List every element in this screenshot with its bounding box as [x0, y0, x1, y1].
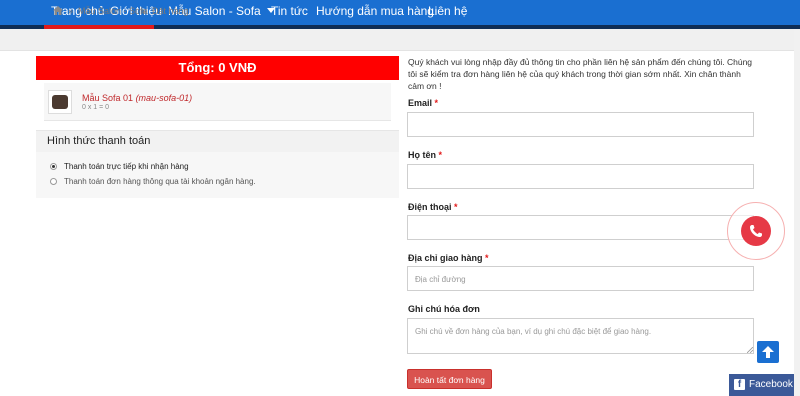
payment-options — [36, 152, 399, 198]
address-label: Địa chỉ giao hàng * — [408, 253, 489, 263]
complete-order-button[interactable]: Hoàn tất đơn hàng — [407, 369, 492, 389]
required-mark: * — [438, 150, 443, 160]
phone-label: Điện thoại * — [408, 202, 458, 212]
breadcrumb-separator: » — [68, 6, 74, 16]
arrow-up-icon — [762, 346, 774, 358]
nav-item-news[interactable]: Tin tức — [271, 4, 308, 18]
address-field[interactable]: Địa chỉ đường — [407, 266, 754, 291]
payment-radio-bank[interactable] — [50, 178, 57, 185]
note-field[interactable]: Ghi chú về đơn hàng của bạn, ví dụ ghi c… — [407, 318, 754, 354]
breadcrumb — [0, 29, 800, 51]
name-label: Họ tên * — [408, 150, 442, 160]
payment-option-cod[interactable]: Thanh toán trực tiếp khi nhận hàng — [64, 162, 189, 171]
product-name[interactable]: Mẫu Sofa 01 (mau-sofa-01) — [82, 93, 192, 103]
note-label: Ghi chú hóa đơn — [408, 304, 480, 314]
call-button[interactable] — [741, 216, 771, 246]
product-title: Mẫu Sofa 01 — [82, 93, 134, 103]
address-label-text: Địa chỉ giao hàng — [408, 253, 483, 263]
resize-handle-icon[interactable] — [747, 347, 753, 353]
email-label: Email * — [408, 98, 438, 108]
payment-option-bank[interactable]: Thanh toán đơn hàng thông qua tài khoản … — [64, 177, 256, 186]
email-field[interactable] — [407, 112, 754, 137]
required-mark: * — [434, 98, 439, 108]
scrollbar[interactable] — [794, 29, 800, 396]
sofa-image — [52, 95, 68, 109]
product-code: (mau-sofa-01) — [135, 93, 193, 103]
nav-item-purchase-guide[interactable]: Hướng dẫn mua hàng — [316, 4, 434, 18]
back-to-top-button[interactable] — [757, 341, 779, 363]
name-field[interactable] — [407, 164, 754, 189]
required-mark: * — [485, 253, 489, 263]
required-mark: * — [454, 202, 458, 212]
phone-icon — [750, 225, 762, 237]
breadcrumb-salon-sofa[interactable]: Mẫu Salon - Sofa — [78, 6, 148, 16]
payment-radio-cod[interactable] — [50, 163, 57, 170]
breadcrumb-current: Đặt hàng — [152, 6, 189, 16]
facebook-icon: f — [734, 379, 745, 390]
product-calc: 0 x 1 = 0 — [82, 104, 110, 111]
phone-label-text: Điện thoại — [408, 202, 452, 212]
email-label-text: Email — [408, 98, 433, 108]
payment-title: Hình thức thanh toán — [47, 135, 151, 147]
order-total: Tổng: 0 VNĐ — [36, 56, 399, 80]
form-intro: Quý khách vui lòng nhập đầy đủ thông tin… — [408, 57, 753, 91]
phone-field[interactable] — [407, 215, 754, 240]
name-label-text: Họ tên — [408, 150, 436, 160]
home-icon[interactable] — [53, 6, 63, 15]
nav-item-contact[interactable]: Liên hệ — [428, 4, 467, 18]
breadcrumb-separator: » — [141, 6, 147, 16]
